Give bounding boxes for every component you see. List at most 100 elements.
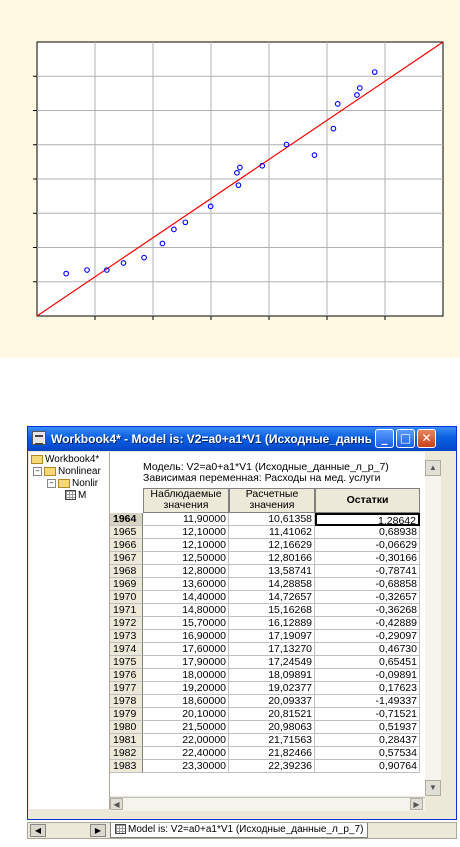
cell-residual[interactable]: 0,51937 (315, 721, 420, 734)
column-header-observed[interactable]: Наблюдаемые значения (143, 488, 229, 513)
close-button[interactable]: ✕ (417, 429, 436, 448)
cell-predicted[interactable]: 17,19097 (229, 630, 315, 643)
sheet-tab[interactable]: Model is: V2=a0+a1*V1 (Исходные_данные_л… (110, 823, 369, 838)
title-bar[interactable]: Workbook4* - Model is: V2=a0+a1*V1 (Исхо… (28, 427, 456, 451)
cell-predicted[interactable]: 22,39236 (229, 760, 315, 773)
row-header-year[interactable]: 1974 (110, 643, 143, 656)
cell-residual[interactable]: -0,32657 (315, 591, 420, 604)
cell-predicted[interactable]: 21,82466 (229, 747, 315, 760)
cell-predicted[interactable]: 19,02377 (229, 682, 315, 695)
cell-residual[interactable]: -0,78741 (315, 565, 420, 578)
cell-observed[interactable]: 13,60000 (143, 578, 229, 591)
cell-residual[interactable]: -0,68858 (315, 578, 420, 591)
cell-observed[interactable]: 15,70000 (143, 617, 229, 630)
cell-predicted[interactable]: 16,12889 (229, 617, 315, 630)
tab-scroll-left-button[interactable]: ◀ (30, 824, 46, 837)
row-header-year[interactable]: 1965 (110, 526, 143, 539)
cell-residual[interactable]: 0,57534 (315, 747, 420, 760)
tree-node-model[interactable]: M (65, 490, 86, 501)
cell-predicted[interactable]: 12,80166 (229, 552, 315, 565)
cell-predicted[interactable]: 20,98063 (229, 721, 315, 734)
cell-residual[interactable]: -0,30166 (315, 552, 420, 565)
row-header-year[interactable]: 1972 (110, 617, 143, 630)
cell-predicted[interactable]: 20,09337 (229, 695, 315, 708)
scroll-up-button[interactable]: ▲ (425, 460, 441, 476)
row-header-year[interactable]: 1978 (110, 695, 143, 708)
cell-observed[interactable]: 11,90000 (143, 513, 229, 526)
cell-observed[interactable]: 14,80000 (143, 604, 229, 617)
row-header-year[interactable]: 1979 (110, 708, 143, 721)
cell-residual[interactable]: 0,68938 (315, 526, 420, 539)
cell-observed[interactable]: 20,10000 (143, 708, 229, 721)
cell-residual[interactable]: 1,28642 (315, 513, 420, 527)
cell-observed[interactable]: 16,90000 (143, 630, 229, 643)
cell-residual[interactable]: 0,46730 (315, 643, 420, 656)
cell-residual[interactable]: 0,28437 (315, 734, 420, 747)
cell-observed[interactable]: 21,50000 (143, 721, 229, 734)
scroll-right-button[interactable]: ▶ (410, 798, 423, 810)
cell-residual[interactable]: -0,71521 (315, 708, 420, 721)
cell-residual[interactable]: -0,42889 (315, 617, 420, 630)
cell-predicted[interactable]: 15,16268 (229, 604, 315, 617)
row-header-year[interactable]: 1966 (110, 539, 143, 552)
cell-predicted[interactable]: 14,28858 (229, 578, 315, 591)
cell-residual[interactable]: -0,06629 (315, 539, 420, 552)
cell-observed[interactable]: 14,40000 (143, 591, 229, 604)
row-header-year[interactable]: 1967 (110, 552, 143, 565)
cell-observed[interactable]: 12,10000 (143, 539, 229, 552)
collapse-icon[interactable]: − (47, 478, 56, 488)
row-header-year[interactable]: 1976 (110, 669, 143, 682)
row-header-year[interactable]: 1983 (110, 760, 143, 773)
cell-residual[interactable]: 0,65451 (315, 656, 420, 669)
cell-predicted[interactable]: 12,16629 (229, 539, 315, 552)
cell-predicted[interactable]: 13,58741 (229, 565, 315, 578)
scroll-down-button[interactable]: ▼ (425, 780, 441, 796)
cell-observed[interactable]: 18,60000 (143, 695, 229, 708)
cell-observed[interactable]: 17,60000 (143, 643, 229, 656)
column-header-predicted[interactable]: Расчетные значения (229, 488, 315, 513)
cell-observed[interactable]: 18,00000 (143, 669, 229, 682)
row-header-year[interactable]: 1981 (110, 734, 143, 747)
row-header-year[interactable]: 1968 (110, 565, 143, 578)
row-header-year[interactable]: 1971 (110, 604, 143, 617)
maximize-button[interactable]: □ (396, 429, 415, 448)
column-header-residuals[interactable]: Остатки (315, 488, 420, 513)
cell-predicted[interactable]: 11,41062 (229, 526, 315, 539)
scroll-left-button[interactable]: ◀ (110, 798, 123, 810)
cell-residual[interactable]: -1,49337 (315, 695, 420, 708)
minimize-button[interactable]: _ (375, 429, 394, 448)
cell-observed[interactable]: 22,40000 (143, 747, 229, 760)
cell-predicted[interactable]: 21,71563 (229, 734, 315, 747)
row-header-year[interactable]: 1964 (110, 513, 143, 526)
cell-residual[interactable]: -0,29097 (315, 630, 420, 643)
cell-observed[interactable]: 12,50000 (143, 552, 229, 565)
cell-predicted[interactable]: 10,61358 (229, 513, 315, 526)
cell-observed[interactable]: 12,80000 (143, 565, 229, 578)
cell-predicted[interactable]: 14,72657 (229, 591, 315, 604)
row-header-year[interactable]: 1970 (110, 591, 143, 604)
cell-residual[interactable]: -0,36268 (315, 604, 420, 617)
cell-predicted[interactable]: 20,81521 (229, 708, 315, 721)
tree-node-nonlinear-sub[interactable]: − Nonlir (47, 478, 98, 489)
row-header-year[interactable]: 1982 (110, 747, 143, 760)
cell-predicted[interactable]: 18,09891 (229, 669, 315, 682)
cell-observed[interactable]: 19,20000 (143, 682, 229, 695)
cell-predicted[interactable]: 17,24549 (229, 656, 315, 669)
cell-residual[interactable]: 0,17623 (315, 682, 420, 695)
tab-scroll-right-button[interactable]: ▶ (90, 824, 106, 837)
cell-observed[interactable]: 17,90000 (143, 656, 229, 669)
tree-node-nonlinear[interactable]: − Nonlinear (33, 466, 101, 477)
row-header-year[interactable]: 1975 (110, 656, 143, 669)
vertical-scrollbar[interactable]: ▲ ▼ (425, 460, 441, 796)
cell-observed[interactable]: 12,10000 (143, 526, 229, 539)
row-header-year[interactable]: 1980 (110, 721, 143, 734)
row-header-year[interactable]: 1977 (110, 682, 143, 695)
tree-node-workbook[interactable]: Workbook4* (31, 454, 99, 465)
collapse-icon[interactable]: − (33, 466, 42, 476)
cell-observed[interactable]: 23,30000 (143, 760, 229, 773)
cell-residual[interactable]: 0,90764 (315, 760, 420, 773)
cell-residual[interactable]: -0,09891 (315, 669, 420, 682)
horizontal-scrollbar[interactable]: ◀ ▶ (110, 797, 425, 811)
row-header-year[interactable]: 1969 (110, 578, 143, 591)
row-header-year[interactable]: 1973 (110, 630, 143, 643)
